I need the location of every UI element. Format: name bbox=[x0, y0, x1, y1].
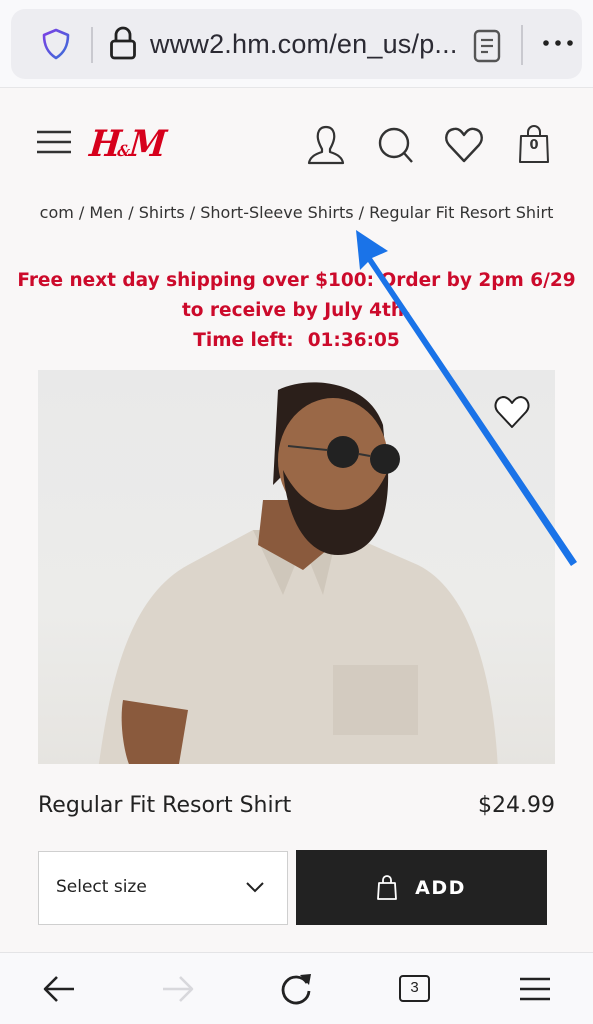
browser-toolbar: 3 bbox=[0, 952, 593, 1024]
breadcrumb-item[interactable]: Men bbox=[89, 203, 123, 222]
lock-icon bbox=[110, 26, 136, 60]
timer-label: Time left: bbox=[193, 330, 294, 351]
reload-icon[interactable] bbox=[278, 971, 314, 1007]
shield-icon[interactable] bbox=[41, 28, 71, 60]
tabs-button[interactable]: 3 bbox=[399, 975, 430, 1002]
hamburger-icon[interactable] bbox=[517, 971, 553, 1007]
address-bar[interactable]: www2.hm.com/en_us/p... bbox=[11, 9, 582, 79]
forward-arrow-icon[interactable] bbox=[160, 971, 196, 1007]
shopping-bag-icon bbox=[377, 874, 398, 900]
breadcrumb-separator: / bbox=[184, 203, 201, 222]
shipping-promo: Free next day shipping over $100: Order … bbox=[0, 266, 593, 356]
hamburger-menu-icon[interactable] bbox=[37, 130, 71, 154]
add-to-favorites-icon[interactable] bbox=[493, 394, 531, 430]
breadcrumb-item[interactable]: com bbox=[40, 203, 74, 222]
breadcrumb-item[interactable]: Short-Sleeve Shirts bbox=[200, 203, 353, 222]
account-icon[interactable] bbox=[305, 124, 347, 166]
search-icon[interactable] bbox=[375, 124, 417, 166]
breadcrumb-separator: / bbox=[353, 203, 370, 222]
browser-top-bar: www2.hm.com/en_us/p... bbox=[0, 0, 593, 88]
promo-line-1: Free next day shipping over $100: Order … bbox=[17, 270, 576, 291]
product-name: Regular Fit Resort Shirt bbox=[38, 793, 292, 818]
breadcrumb-item[interactable]: Shirts bbox=[139, 203, 185, 222]
size-select[interactable]: Select size bbox=[38, 851, 288, 925]
timer-value: 01:36:05 bbox=[307, 330, 400, 351]
product-price: $24.99 bbox=[478, 793, 555, 818]
model-photo bbox=[98, 382, 498, 770]
divider bbox=[91, 27, 93, 63]
cart-count: 0 bbox=[529, 138, 539, 153]
site-header: H&M 0 bbox=[0, 88, 593, 198]
shopping-bag-button[interactable]: 0 bbox=[513, 124, 555, 166]
size-select-label: Select size bbox=[56, 877, 147, 897]
breadcrumb-separator: / bbox=[73, 203, 90, 222]
add-to-bag-button[interactable]: ADD bbox=[296, 850, 547, 925]
breadcrumb: com / Men / Shirts / Short-Sleeve Shirts… bbox=[0, 203, 593, 222]
buy-bar: Regular Fit Resort Shirt $24.99 Select s… bbox=[0, 764, 593, 954]
divider bbox=[521, 25, 523, 65]
breadcrumb-separator: / bbox=[123, 203, 139, 222]
breadcrumb-item-current[interactable]: Regular Fit Resort Shirt bbox=[369, 203, 553, 222]
back-arrow-icon[interactable] bbox=[41, 971, 77, 1007]
reader-view-icon[interactable] bbox=[473, 29, 501, 63]
product-image[interactable] bbox=[38, 370, 555, 770]
url-text[interactable]: www2.hm.com/en_us/p... bbox=[150, 29, 458, 60]
page: www2.hm.com/en_us/p... H&M 0 com / Men /… bbox=[0, 0, 593, 1024]
promo-line-2: to receive by July 4th. bbox=[181, 300, 412, 321]
chevron-down-icon bbox=[246, 882, 264, 893]
add-button-label: ADD bbox=[415, 876, 466, 899]
more-horizontal-icon[interactable] bbox=[541, 27, 575, 59]
countdown: Time left: 01:36:05 bbox=[0, 326, 593, 356]
hm-logo[interactable]: H&M bbox=[88, 122, 166, 165]
logo-m: M bbox=[127, 122, 166, 165]
favorites-icon[interactable] bbox=[443, 124, 485, 166]
